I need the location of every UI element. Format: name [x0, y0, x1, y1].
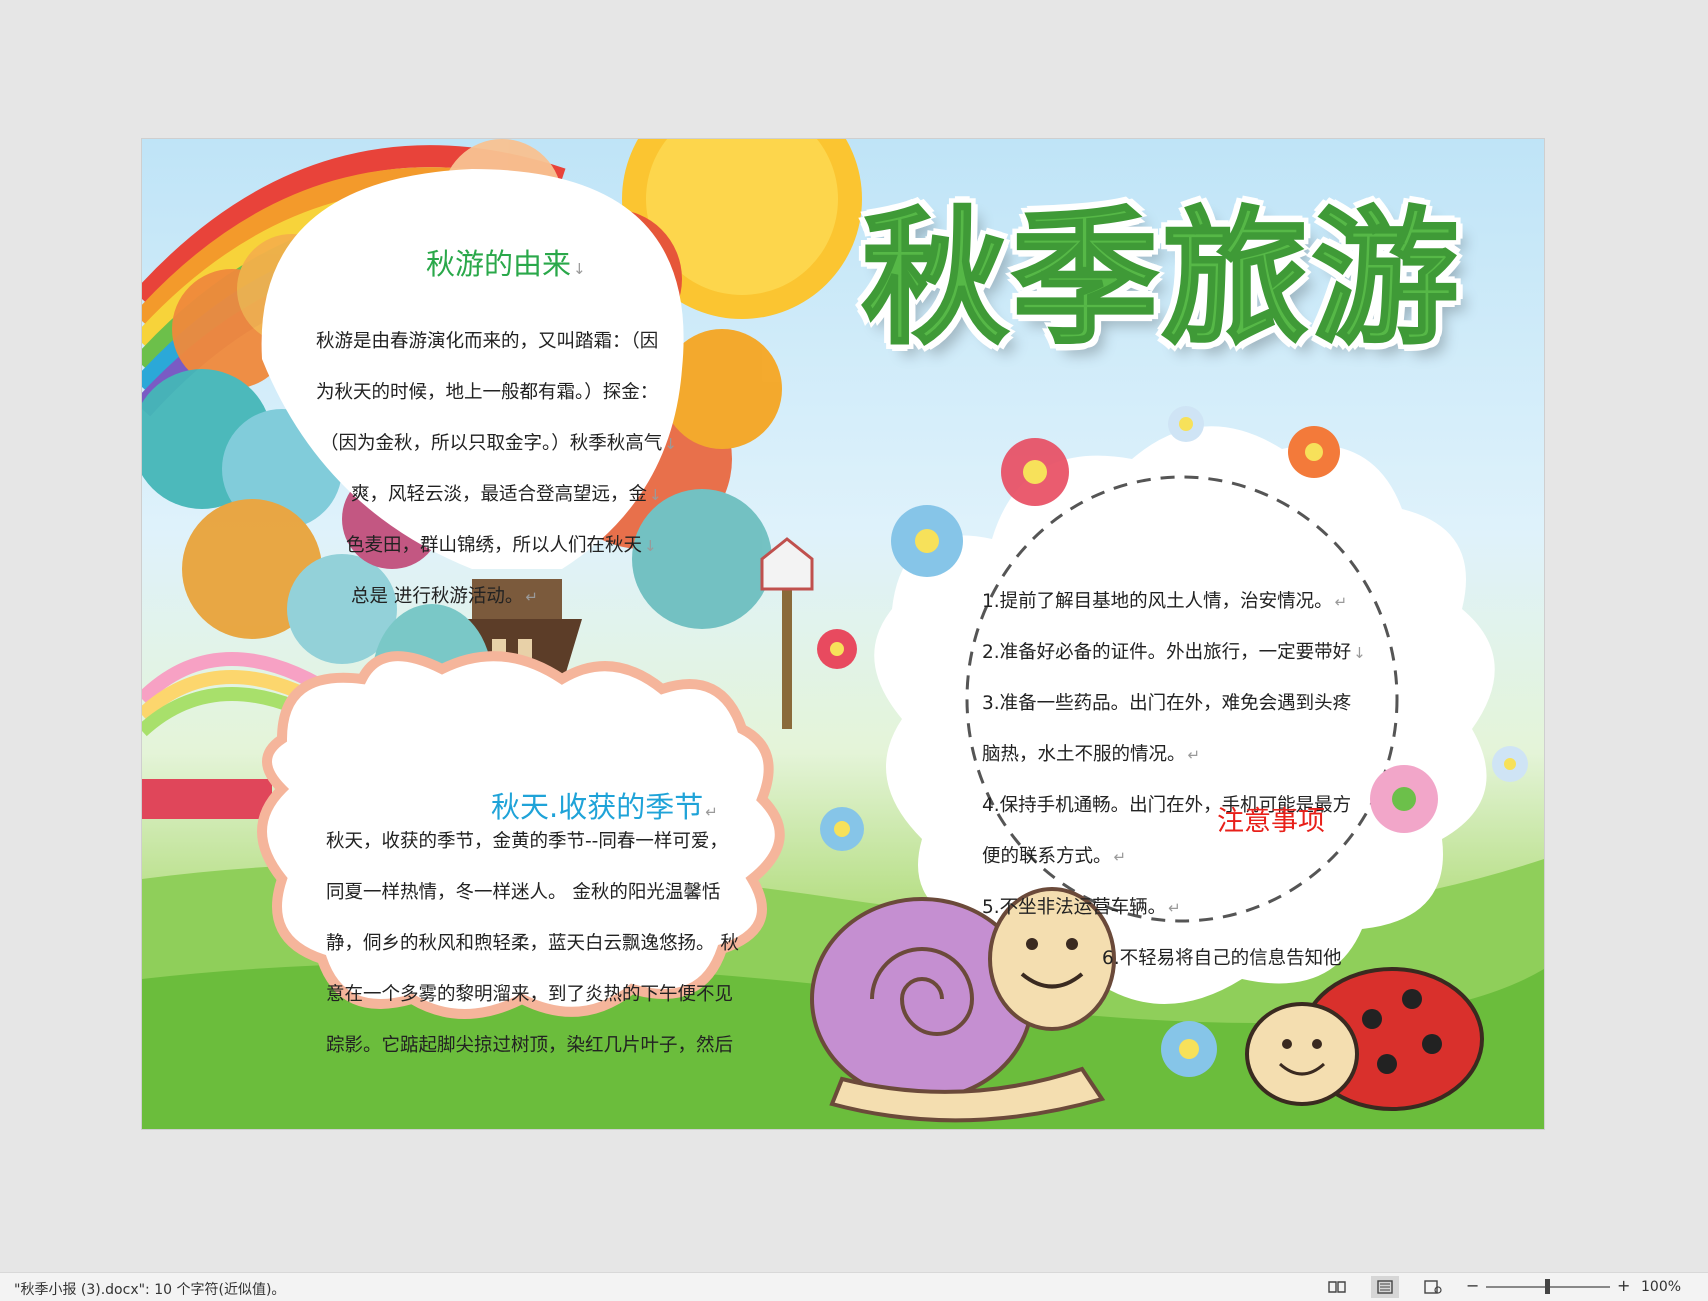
origin-section-title: 秋游的由来 ↓: [426, 241, 586, 283]
zoom-level[interactable]: 100%: [1641, 1279, 1681, 1295]
origin-line-5: 色麦田，群山锦绣，所以人们在秋天 ↓: [346, 535, 657, 556]
harvest-line-2: 同夏一样热情，冬一样迷人。 金秋的阳光温馨恬: [326, 882, 721, 903]
web-layout-icon[interactable]: [1419, 1276, 1447, 1298]
zoom-in-button[interactable]: +: [1617, 1276, 1630, 1295]
headline-title: 秋季旅游: [861, 194, 1462, 364]
snail-graphic: [810, 887, 1116, 1123]
note-item-5: 5.不坐非法运营车辆。 ↵: [982, 897, 1181, 918]
origin-line-1: 秋游是由春游演化而来的，又叫踏霜：（因: [316, 331, 659, 352]
note-item-3-cont: 脑热，水土不服的情况。 ↵: [982, 744, 1201, 765]
harvest-section-title: 秋天.收获的季节 ↵: [491, 790, 718, 824]
mailbox-graphic: [760, 537, 814, 729]
read-mode-icon[interactable]: [1323, 1276, 1351, 1298]
harvest-line-3: 静，侗乡的秋风和煦轻柔，蓝天白云飘逸悠扬。 秋: [326, 933, 739, 954]
note-item-6: 6.不轻易将自己的信息告知他: [1102, 948, 1342, 969]
harvest-line-5: 踪影。它踮起脚尖掠过树顶，染红几片叶子，然后: [326, 1035, 734, 1056]
harvest-title-text: 秋天.收获的季节: [491, 790, 704, 824]
note-item-3: 3.准备一些药品。出门在外，难免会遇到头疼: [982, 693, 1352, 714]
document-info: "秋季小报 (3).docx": 10 个字符(近似值)。: [14, 1282, 286, 1298]
print-layout-icon[interactable]: [1371, 1276, 1399, 1298]
line-break-mark: ↓: [573, 260, 586, 278]
document-page: 秋季旅游 秋游的由来 ↓ 秋游是由春游演化而来的，又叫踏霜：（因 为秋天的时候，地…: [142, 139, 1544, 1129]
origin-line-6: 总是 进行秋游活动。 ↵: [351, 586, 538, 607]
harvest-line-1: 秋天，收获的季节，金黄的季节--同春一样可爱，: [326, 831, 728, 852]
notes-section-title: 注意事项: [1217, 806, 1325, 837]
note-item-2: 2.准备好必备的证件。外出旅行，一定要带好 ↓: [982, 642, 1366, 663]
note-item-4-cont: 便的联系方式。 ↵: [982, 846, 1127, 867]
house-roof-graphic: [142, 779, 272, 819]
origin-title-text: 秋游的由来: [426, 247, 572, 281]
origin-line-2: 为秋天的时候，地上一般都有霜。）探金：: [316, 382, 659, 403]
note-item-1: 1.提前了解目基地的风土人情，治安情况。 ↵: [982, 591, 1348, 612]
zoom-out-button[interactable]: −: [1466, 1276, 1479, 1295]
origin-line-4: 爽，风轻云淡，最适合登高望远，金 ↓: [351, 484, 662, 505]
origin-line-3: （因为金秋，所以只取金字。）秋季秋高气 ↓: [320, 433, 677, 454]
zoom-slider-thumb[interactable]: [1545, 1279, 1550, 1294]
harvest-line-4: 意在一个多雾的黎明溜来，到了炎热的下午便不见: [326, 984, 734, 1005]
status-bar: "秋季小报 (3).docx": 10 个字符(近似值)。 − + 100%: [0, 1272, 1708, 1301]
